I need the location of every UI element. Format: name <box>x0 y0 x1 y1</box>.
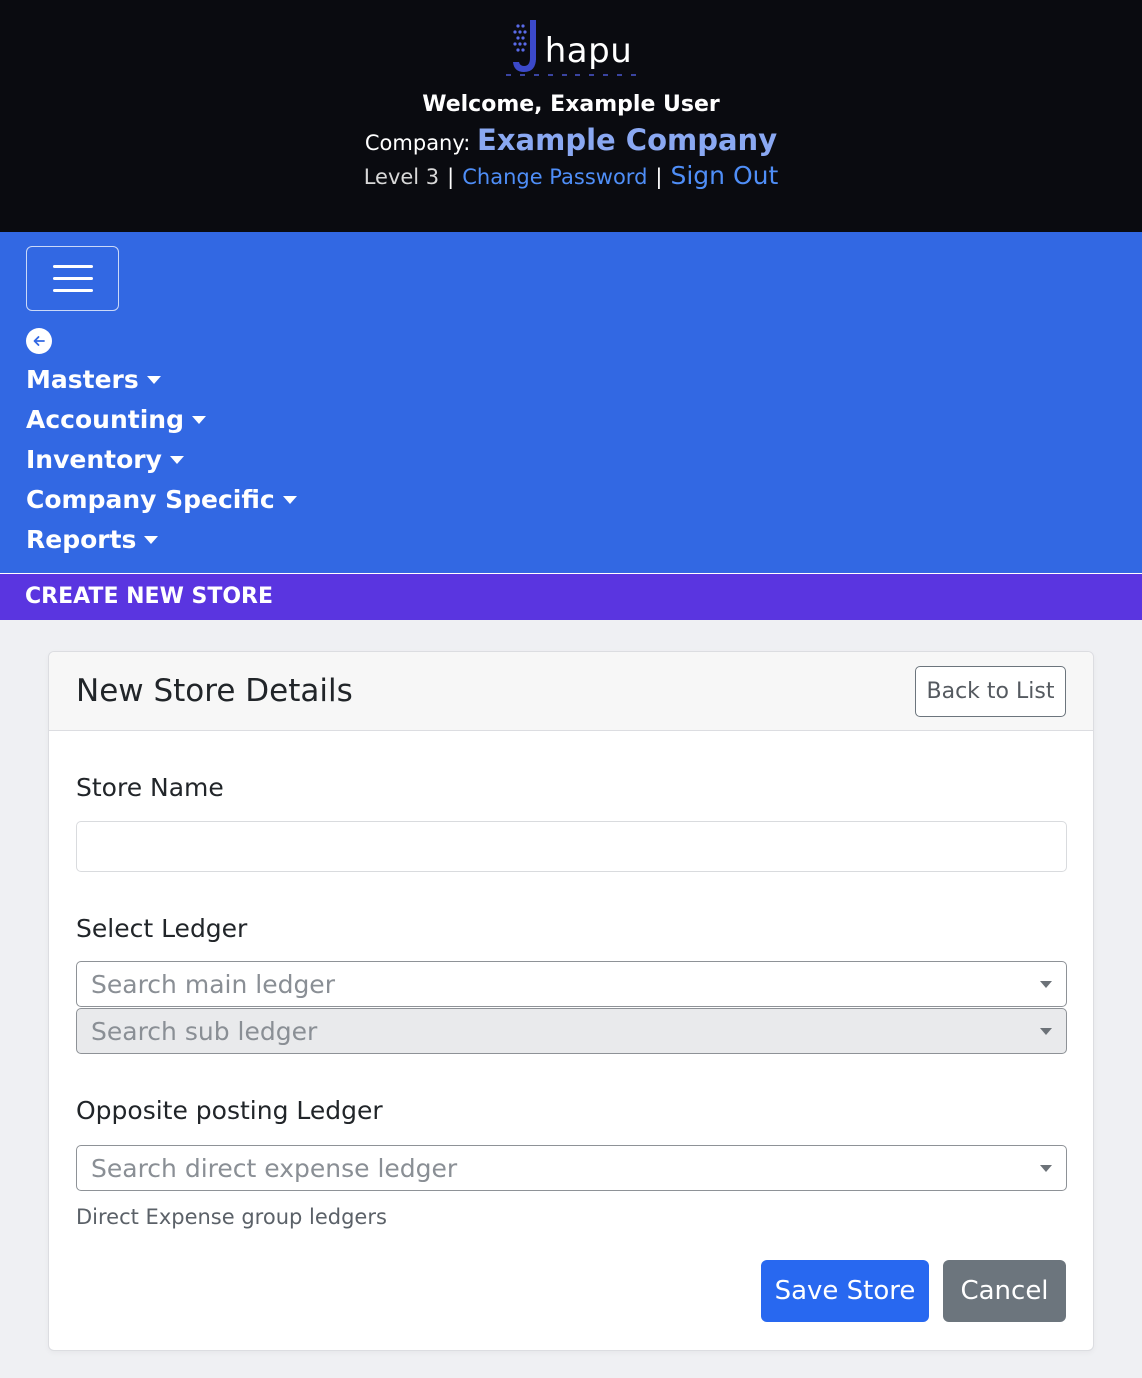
page-title: CREATE NEW STORE <box>0 574 1142 620</box>
nav-item-masters[interactable]: Masters <box>26 360 1116 400</box>
company-label: Company: <box>364 131 471 155</box>
back-to-list-button[interactable]: Back to List <box>915 665 1066 717</box>
hamburger-menu-icon <box>52 265 93 268</box>
main-ledger-select[interactable]: Search main ledger <box>76 961 1067 1007</box>
change-password-link[interactable]: Change Password <box>462 165 647 189</box>
opposite-ledger-help: Direct Expense group ledgers <box>76 1205 387 1229</box>
separator: | <box>655 165 663 189</box>
user-links: Level 3 | Change Password | Sign Out <box>0 161 1142 190</box>
separator: | <box>447 165 455 189</box>
jhapu-logo-icon <box>512 20 536 72</box>
sign-out-link[interactable]: Sign Out <box>670 161 778 190</box>
nav-item-accounting[interactable]: Accounting <box>26 400 1116 440</box>
caret-down-icon <box>282 496 297 504</box>
chevron-down-icon <box>1040 1027 1052 1035</box>
main-ledger-placeholder: Search main ledger <box>91 969 335 999</box>
chevron-down-icon <box>1040 980 1052 988</box>
store-name-label: Store Name <box>76 773 224 802</box>
top-header: hapu Welcome, Example User Company: Exam… <box>0 0 1142 232</box>
chevron-down-icon <box>1040 1164 1052 1172</box>
app-logo[interactable]: hapu <box>0 14 1142 80</box>
nav-item-inventory[interactable]: Inventory <box>26 440 1116 480</box>
main-navbar: Masters Accounting Inventory Company Spe… <box>0 232 1142 573</box>
cancel-button[interactable]: Cancel <box>943 1260 1066 1322</box>
card-title: New Store Details <box>76 673 353 709</box>
navbar-toggle-button[interactable] <box>26 246 119 311</box>
company-line: Company: Example Company <box>0 123 1142 157</box>
company-name: Example Company <box>477 123 778 157</box>
sub-ledger-placeholder: Search sub ledger <box>91 1016 318 1046</box>
caret-down-icon <box>169 456 184 464</box>
card-body: Store Name Select Ledger Search main led… <box>49 731 1093 1322</box>
caret-down-icon <box>144 536 159 544</box>
nav-item-reports[interactable]: Reports <box>26 520 1116 560</box>
caret-down-icon <box>191 416 206 424</box>
arrow-left-circle-icon <box>33 336 45 346</box>
save-store-button[interactable]: Save Store <box>761 1260 929 1322</box>
select-ledger-label: Select Ledger <box>76 914 248 943</box>
logo-tagline <box>506 74 636 76</box>
caret-down-icon <box>146 376 161 384</box>
sub-ledger-select[interactable]: Search sub ledger <box>76 1008 1067 1054</box>
nav-item-company-specific[interactable]: Company Specific <box>26 480 1116 520</box>
logo-text: hapu <box>544 31 633 71</box>
opposite-ledger-label: Opposite posting Ledger <box>76 1096 383 1125</box>
user-level: Level 3 <box>363 165 440 189</box>
main-content: New Store Details Back to List Store Nam… <box>0 620 1142 1351</box>
store-name-input[interactable] <box>76 821 1067 872</box>
back-button[interactable] <box>26 328 52 354</box>
opposite-ledger-placeholder: Search direct expense ledger <box>91 1153 458 1183</box>
welcome-message: Welcome, Example User <box>422 92 720 117</box>
store-form-card: New Store Details Back to List Store Nam… <box>48 651 1094 1351</box>
nav-menu: Masters Accounting Inventory Company Spe… <box>26 360 1116 560</box>
form-actions: Save Store Cancel <box>76 1260 1066 1322</box>
opposite-ledger-select[interactable]: Search direct expense ledger <box>76 1145 1067 1191</box>
card-header: New Store Details Back to List <box>49 652 1093 731</box>
